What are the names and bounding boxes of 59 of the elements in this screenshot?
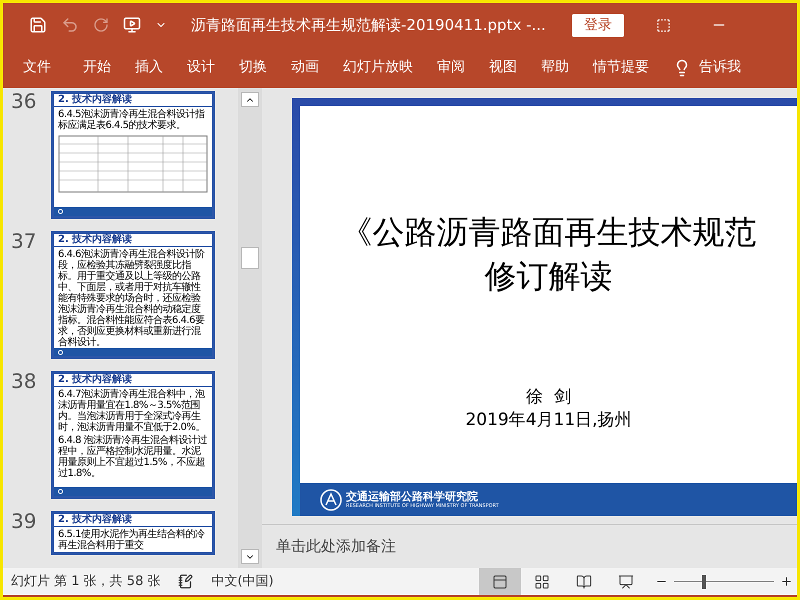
logo-icon — [58, 350, 63, 354]
slide-thumbnail[interactable]: 2. 技术内容解读 6.4.7泡沫沥青冷再生混合料中，泡沫沥青用量宜在1.8%～3.5%范围内。当泡沫沥青用于全深式冷再生时，泡沫沥青用量不宜低于2.0%。 6.4.8 泡沫沥青冷再生混合料设计过程中，应严格控制水泥用量。水泥用量原则上不宜超过1.5%，不应超过1.8%。 — [51, 371, 215, 499]
ribbon-display-icon[interactable] — [656, 18, 671, 32]
slide-heading: 2. 技术内容解读 — [54, 514, 212, 527]
slide-title: 《公路沥青路面再生技术规范 — [340, 212, 756, 253]
ribbon-tab[interactable]: 审阅 — [437, 57, 465, 78]
logo-icon — [58, 209, 63, 214]
author-name: 徐 剑 — [526, 386, 571, 408]
ribbon-tab[interactable]: 设计 — [187, 57, 215, 78]
ribbon-tab[interactable]: 幻灯片放映 — [343, 57, 413, 78]
slideshow-view-icon — [618, 574, 634, 590]
normal-view-icon — [492, 574, 508, 590]
save-icon[interactable] — [29, 16, 47, 34]
present-icon[interactable] — [123, 16, 141, 34]
login-button[interactable]: 登录 — [572, 14, 624, 36]
slide-paragraph: 6.5.1使用水泥作为再生结合料的冷再生混合料用于重交 — [58, 529, 206, 552]
window-title: 沥青路面再生技术再生规范解读-20190411.pptx -... — [191, 14, 546, 36]
notes-icon[interactable] — [178, 574, 194, 589]
zoom-thumb[interactable] — [702, 574, 706, 588]
institute-logo-icon — [320, 488, 342, 510]
presentation-date: 2019年4月11日,扬州 — [465, 409, 632, 432]
scroll-down-button[interactable] — [241, 549, 259, 564]
notes-placeholder[interactable]: 单击此处添加备注 — [276, 535, 396, 558]
zoom-slider[interactable] — [674, 574, 774, 588]
slide-number: 37 — [11, 231, 38, 255]
ribbon-tab[interactable]: 情节提要 — [593, 57, 649, 78]
slide-paragraph: 6.4.5泡沫沥青冷再生混合料设计指标应满足表6.4.5的技术要求。 — [58, 109, 206, 131]
slide-heading: 2. 技术内容解读 — [54, 94, 212, 107]
tell-me-button[interactable]: 告诉我 — [699, 57, 741, 78]
zoom-in-icon[interactable] — [780, 575, 793, 588]
slide-title: 修订解读 — [484, 256, 612, 297]
slide-heading: 2. 技术内容解读 — [54, 374, 212, 387]
slide-paragraph: 6.4.8 泡沫沥青冷再生混合料设计过程中，应严格控制水泥用量。水泥用量原则上不宜超过1.5%，不应超过1.8%。 — [58, 435, 208, 479]
slide-thumbnail[interactable]: 2. 技术内容解读 6.5.1使用水泥作为再生结合料的冷再生混合料用于重交 — [51, 511, 215, 555]
slide-thumbnail[interactable]: 2. 技术内容解读 6.4.5泡沫沥青冷再生混合料设计指标应满足表6.4.5的技术要求。 — [51, 91, 215, 219]
ribbon-tab[interactable]: 文件 — [23, 57, 51, 78]
scroll-up-button[interactable] — [241, 92, 259, 107]
language-indicator[interactable]: 中文(中国) — [211, 572, 274, 592]
ribbon-tab[interactable]: 帮助 — [541, 57, 569, 78]
slide-number: 38 — [11, 371, 38, 395]
slide-thumbnail[interactable]: 2. 技术内容解读 6.4.6泡沫沥青冷再生混合料设计阶段，应检验其冻融劈裂强度比指标。用于重交通及以上等级的公路中、下面层，或者用于对抗车辙性能有特殊要求的场合时，还应检验泡沫沥青冷再生混合料的动稳定度指标。混合料性能应符合表6.4.6要求，否则应更换材料或重新进行混合料设计。 — [51, 231, 215, 359]
ribbon-tab[interactable]: 插入 — [135, 57, 163, 78]
ribbon-tab[interactable]: 视图 — [489, 57, 517, 78]
ribbon-tab[interactable]: 开始 — [83, 57, 111, 78]
scrollbar[interactable] — [238, 88, 262, 568]
ribbon-tab[interactable]: 切换 — [239, 57, 267, 78]
slide-paragraph: 6.4.7泡沫沥青冷再生混合料中，泡沫沥青用量宜在1.8%～3.5%范围内。当泡沫沥青用于全深式冷再生时，泡沫沥青用量不宜低于2.0%。 — [58, 389, 206, 433]
scroll-thumb[interactable] — [241, 247, 259, 269]
slide-heading: 2. 技术内容解读 — [54, 234, 212, 247]
slide-paragraph: 6.4.6泡沫沥青冷再生混合料设计阶段，应检验其冻融劈裂强度比指标。用于重交通及以上等级的公路中、下面层，或者用于对抗车辙性能有特殊要求的场合时，还应检验泡沫沥青冷再生混合料的动稳定度指标。混合料性能应符合表6.4.6要求，否则应更换材料或重新进行混合料设计。 — [58, 249, 206, 348]
slide-number: 36 — [11, 91, 38, 115]
ribbon-tab[interactable]: 动画 — [291, 57, 319, 78]
slide-counter: 幻灯片 第 1 张，共 58 张 — [11, 572, 160, 591]
institute-name: 交通运输部公路科学研究院 — [346, 490, 478, 502]
reading-view-icon — [576, 574, 592, 590]
logo-icon — [58, 489, 63, 494]
sorter-view-icon — [534, 574, 550, 590]
slide-number: 39 — [11, 511, 38, 535]
normal-view-button[interactable] — [479, 568, 521, 595]
